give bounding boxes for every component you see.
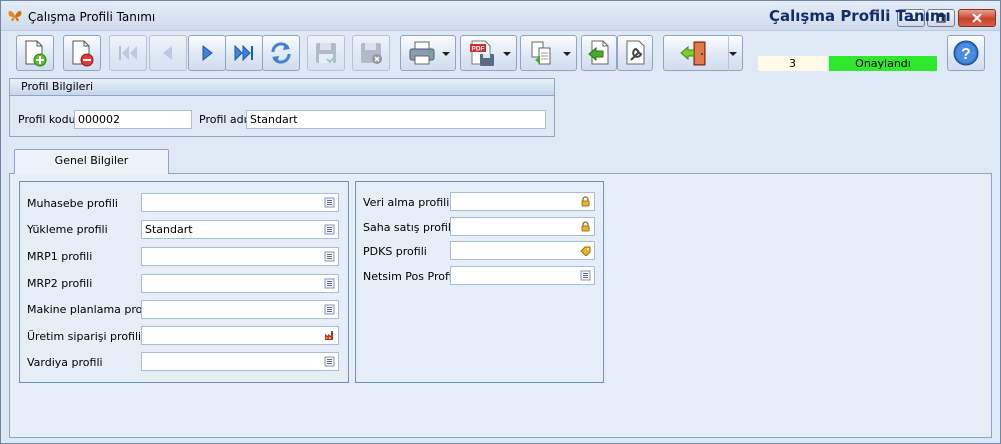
cancel-save-icon xyxy=(361,43,382,64)
last-record-icon xyxy=(234,44,253,62)
chevron-down-icon xyxy=(563,52,571,56)
field-value: Standart xyxy=(145,223,193,236)
copy-icon xyxy=(531,41,550,65)
delete-record-button[interactable] xyxy=(63,35,101,71)
field-sales-profile-label: Saha satış profili xyxy=(363,221,455,234)
machine-planning-profile-field[interactable] xyxy=(141,300,339,319)
new-record-button[interactable] xyxy=(16,35,54,71)
netsim-pos-profile-field[interactable] xyxy=(450,266,595,285)
list-icon[interactable] xyxy=(324,197,335,208)
import-button[interactable] xyxy=(581,35,617,71)
close-icon xyxy=(959,10,995,26)
help-icon: ? xyxy=(953,40,979,66)
profile-name-label: Profil adı xyxy=(199,113,247,126)
import-icon xyxy=(588,40,609,65)
record-count: 3 xyxy=(758,56,827,71)
refresh-icon xyxy=(271,42,291,64)
data-receive-profile-label: Veri alma profili xyxy=(363,196,450,209)
print-button[interactable] xyxy=(400,35,456,71)
factory-icon[interactable] xyxy=(324,330,335,341)
chevron-down-icon xyxy=(729,52,737,56)
window-title: Çalışma Profili Tanımı xyxy=(28,10,156,24)
lock-icon[interactable] xyxy=(580,221,591,232)
previous-record-button[interactable] xyxy=(149,35,187,71)
copy-button[interactable] xyxy=(520,35,577,71)
wrench-icon xyxy=(626,40,645,65)
app-window: Çalışma Profili Tanımı PDF Çalışma Profi… xyxy=(0,0,1001,444)
delete-document-icon xyxy=(72,40,94,67)
divider xyxy=(728,35,729,71)
profile-name-field[interactable]: Standart xyxy=(246,110,546,129)
new-document-icon xyxy=(25,40,47,67)
accounting-profile-field[interactable] xyxy=(141,193,339,212)
close-button[interactable] xyxy=(958,9,996,27)
data-receive-profile-field[interactable] xyxy=(450,192,595,211)
group-title: Profil Bilgileri xyxy=(10,79,554,96)
butterfly-icon xyxy=(8,11,22,22)
profile-code-label: Profil kodu xyxy=(18,113,76,126)
netsim-pos-profile-label: Netsim Pos Profili xyxy=(363,270,458,283)
pdf-icon: PDF xyxy=(469,40,494,66)
printer-icon xyxy=(409,41,435,65)
save-icon xyxy=(316,43,337,64)
mrp1-profile-label: MRP1 profili xyxy=(27,250,93,263)
save-button[interactable] xyxy=(307,35,345,71)
svg-text:PDF: PDF xyxy=(471,46,484,53)
last-record-button[interactable] xyxy=(225,35,263,71)
exit-door-icon xyxy=(680,41,706,66)
profile-code-field[interactable]: 000002 xyxy=(74,110,192,129)
production-order-profile-label: Üretim siparişi profili xyxy=(27,330,142,343)
form-title: Çalışma Profili Tanımı xyxy=(769,7,951,25)
help-button[interactable]: ? xyxy=(947,35,985,71)
shift-profile-label: Vardiya profili xyxy=(27,356,103,369)
list-icon[interactable] xyxy=(324,356,335,367)
lock-icon[interactable] xyxy=(580,196,591,207)
field-sales-profile-field[interactable] xyxy=(450,217,595,236)
next-record-button[interactable] xyxy=(188,35,226,71)
mrp1-profile-field[interactable] xyxy=(141,247,339,266)
chevron-down-icon xyxy=(503,52,511,56)
list-icon[interactable] xyxy=(324,278,335,289)
svg-text:?: ? xyxy=(961,46,971,63)
chevron-down-icon xyxy=(442,52,450,56)
previous-record-icon xyxy=(163,46,172,60)
tag-icon[interactable] xyxy=(580,245,591,256)
loading-profile-label: Yükleme profili xyxy=(27,223,108,236)
first-record-button[interactable] xyxy=(109,35,147,71)
cancel-save-button[interactable] xyxy=(352,35,390,71)
production-order-profile-field[interactable] xyxy=(141,326,339,345)
first-record-icon xyxy=(119,46,137,60)
mrp2-profile-field[interactable] xyxy=(141,274,339,293)
list-icon[interactable] xyxy=(580,270,591,281)
pdks-profile-field[interactable] xyxy=(450,241,595,260)
shift-profile-field[interactable] xyxy=(141,352,339,371)
list-icon[interactable] xyxy=(324,304,335,315)
refresh-button[interactable] xyxy=(262,35,300,71)
pdks-profile-label: PDKS profili xyxy=(363,245,427,258)
list-icon[interactable] xyxy=(324,224,335,235)
machine-planning-profile-label: Makine planlama profili xyxy=(27,303,156,316)
settings-button[interactable] xyxy=(617,35,653,71)
mrp2-profile-label: MRP2 profili xyxy=(27,277,93,290)
status-badge: Onaylandı xyxy=(829,56,937,71)
list-icon[interactable] xyxy=(324,251,335,262)
loading-profile-field[interactable]: Standart xyxy=(141,220,339,239)
next-record-icon xyxy=(202,44,213,62)
accounting-profile-label: Muhasebe profili xyxy=(27,197,118,210)
tab-general[interactable]: Genel Bilgiler xyxy=(14,149,169,174)
exit-button[interactable] xyxy=(663,35,743,71)
export-pdf-button[interactable]: PDF xyxy=(460,35,517,71)
